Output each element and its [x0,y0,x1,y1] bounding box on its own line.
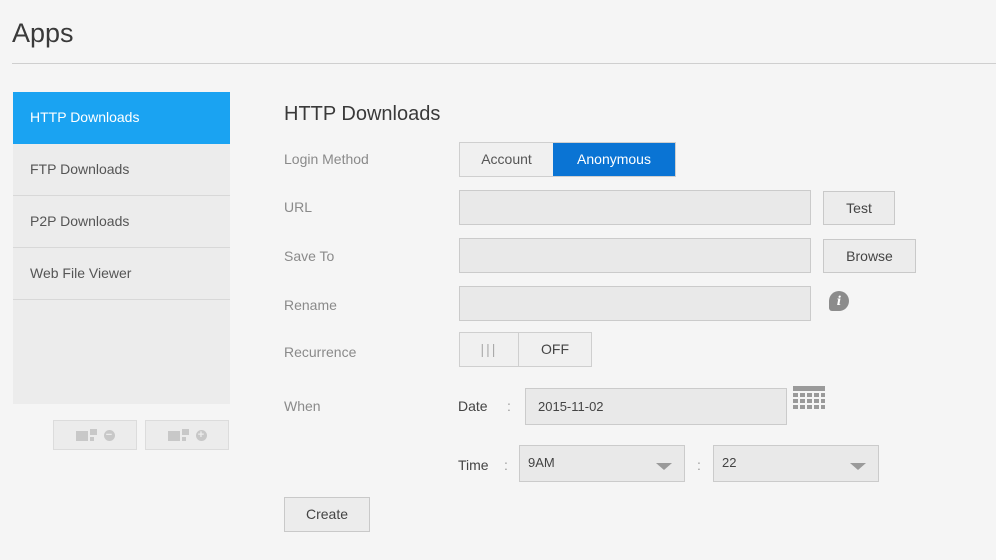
time-colon: : [504,457,508,473]
add-app-button[interactable]: + [145,420,229,450]
recurrence-toggle[interactable]: ||| OFF [459,332,592,367]
remove-app-button[interactable]: − [53,420,137,450]
sidebar-item-p2p-downloads[interactable]: P2P Downloads [13,196,230,248]
rename-input[interactable] [459,286,811,321]
test-button[interactable]: Test [823,191,895,225]
page-title: Apps [12,18,74,48]
date-field[interactable]: 2015-11-02 [525,388,787,425]
login-method-label: Login Method [284,151,369,167]
save-to-input[interactable] [459,238,811,273]
chevron-down-icon [656,463,672,470]
chevron-down-icon [850,463,866,470]
time-separator: : [697,457,701,473]
minute-value: 22 [722,455,737,470]
browse-button[interactable]: Browse [823,239,916,273]
login-account-option[interactable]: Account [460,143,553,176]
time-label: Time [458,457,489,473]
hour-select[interactable]: 9AM [519,445,685,482]
hour-value: 9AM [528,455,555,470]
url-label: URL [284,199,313,215]
sidebar-item-http-downloads[interactable]: HTTP Downloads [13,92,230,144]
toggle-knob: ||| [460,333,519,366]
date-colon: : [507,398,511,414]
login-method-toggle: Account Anonymous [459,142,676,177]
url-input[interactable] [459,190,811,225]
sidebar-item-ftp-downloads[interactable]: FTP Downloads [13,144,230,196]
when-label: When [284,398,321,414]
section-title: HTTP Downloads [284,103,441,125]
add-icon: + [195,429,207,441]
remove-icon: − [103,429,115,441]
calendar-icon[interactable] [793,386,825,412]
title-divider [12,63,996,64]
sidebar: HTTP Downloads FTP Downloads P2P Downloa… [13,92,230,404]
date-label: Date [458,398,488,414]
recurrence-label: Recurrence [284,344,357,360]
rename-label: Rename [284,297,337,313]
save-to-label: Save To [284,248,335,264]
app-grid-icon [75,429,98,441]
toggle-state: OFF [541,341,569,357]
minute-select[interactable]: 22 [713,445,879,482]
app-grid-icon [167,429,190,441]
login-anonymous-option[interactable]: Anonymous [553,143,675,176]
create-button[interactable]: Create [284,497,370,532]
info-icon[interactable]: i [829,291,849,311]
sidebar-item-web-file-viewer[interactable]: Web File Viewer [13,248,230,300]
